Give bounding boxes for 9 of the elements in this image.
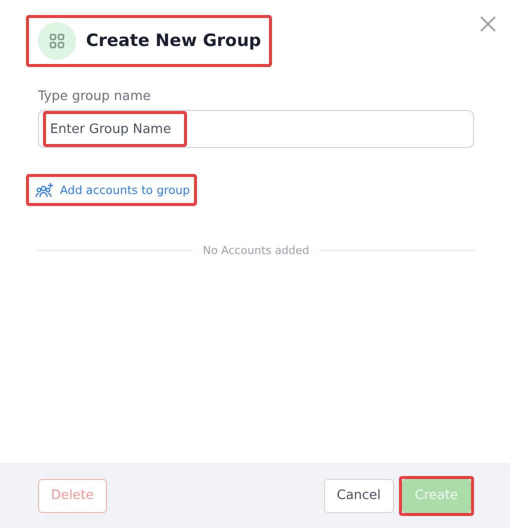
input-field[interactable]: Enter Group Name (46, 114, 184, 144)
dialog-title: Create New Group (86, 31, 262, 51)
grid-icon (49, 33, 65, 49)
footer-button[interactable]: Cancel (324, 478, 394, 512)
add-accounts-link[interactable]: Add accounts to group (35, 182, 190, 198)
field-label: Type group name (38, 89, 152, 104)
people-add-icon (35, 182, 54, 198)
close-icon[interactable] (480, 16, 496, 32)
empty-message: No Accounts added (202, 244, 310, 257)
